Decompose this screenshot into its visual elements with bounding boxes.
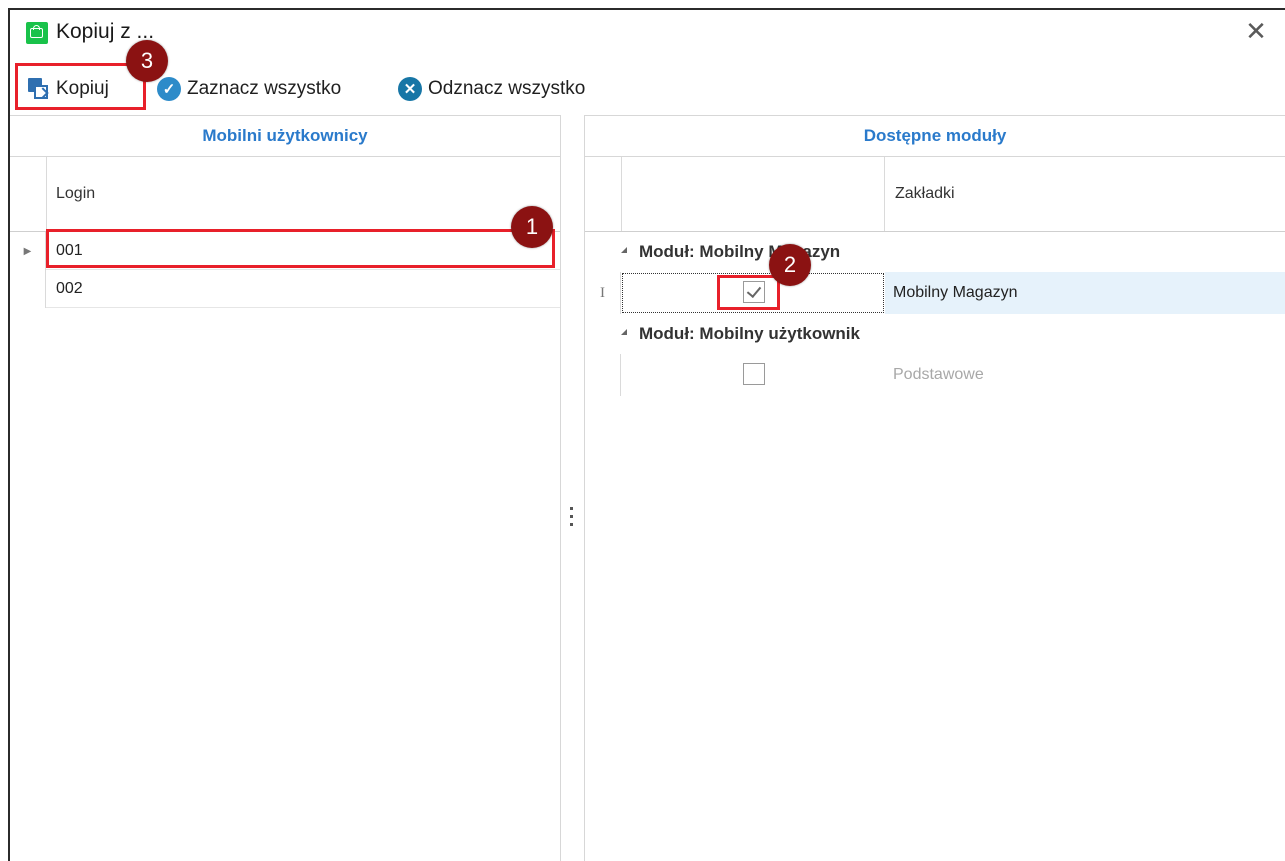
toolbar: Kopiuj ✓ Zaznacz wszystko ✕ Odznacz wszy… [10,65,1285,113]
highlight-box-user [46,229,555,268]
splitter-grip-icon [570,507,573,531]
available-modules-header: Dostępne moduły [585,116,1285,157]
module-checkbox[interactable] [743,363,765,385]
collapse-triangle-icon[interactable] [621,329,627,335]
mobile-users-header: Mobilni użytkownicy [10,116,560,157]
current-row-arrow-icon: ▶ [10,232,46,270]
module-name: Mobilny Magazyn [893,284,1018,301]
row-indicator [585,354,621,396]
module-row[interactable]: Podstawowe [585,354,1285,396]
group-row[interactable]: Moduł: Mobilny użytkownik [585,314,1285,354]
basket-icon [26,22,48,44]
x-circle-icon: ✕ [398,77,422,101]
available-modules-panel: Dostępne moduły Zakładki Moduł: Mobilny … [584,115,1285,861]
deselect-all-button[interactable]: ✕ Odznacz wszystko [398,65,585,113]
login-cell[interactable]: 002 [46,270,560,308]
row-indicator-header [585,157,622,231]
row-indicator-header [10,157,47,231]
copy-dialog: Kopiuj z ... ✕ Kopiuj ✓ Zaznacz wszystko… [8,8,1285,861]
highlight-box-checkbox [717,275,780,310]
checkbox-column-header[interactable] [621,157,885,231]
user-row[interactable]: 002 [10,270,560,308]
panel-splitter[interactable] [562,115,582,861]
login-column-header[interactable]: Login [46,157,95,231]
tabs-column-header[interactable]: Zakładki [885,157,955,231]
title-bar: Kopiuj z ... ✕ [10,10,1285,60]
collapse-triangle-icon[interactable] [621,247,627,253]
select-all-button[interactable]: ✓ Zaznacz wszystko [157,65,341,113]
check-circle-icon: ✓ [157,77,181,101]
modules-grid-header: Zakładki [585,157,1285,232]
step-badge: 1 [511,206,553,248]
step-badge: 2 [769,244,811,286]
checkbox-cell[interactable] [621,354,885,396]
module-name: Podstawowe [893,366,984,383]
step-badge: 3 [126,40,168,82]
text-cursor-icon: I [585,272,621,314]
mobile-users-panel: Mobilni użytkownicy Login ▶ 001 002 [10,115,561,861]
highlight-box-copy [15,63,146,110]
close-icon[interactable]: ✕ [1243,18,1269,44]
select-all-label: Zaznacz wszystko [187,78,342,99]
module-row[interactable]: I Mobilny Magazyn [585,272,1285,314]
group-label: Moduł: Mobilny użytkownik [639,324,860,343]
group-row[interactable]: Moduł: Mobilny Magazyn [585,232,1285,272]
users-grid-header: Login [10,157,560,232]
deselect-all-label: Odznacz wszystko [428,78,586,99]
row-indicator [10,270,46,308]
